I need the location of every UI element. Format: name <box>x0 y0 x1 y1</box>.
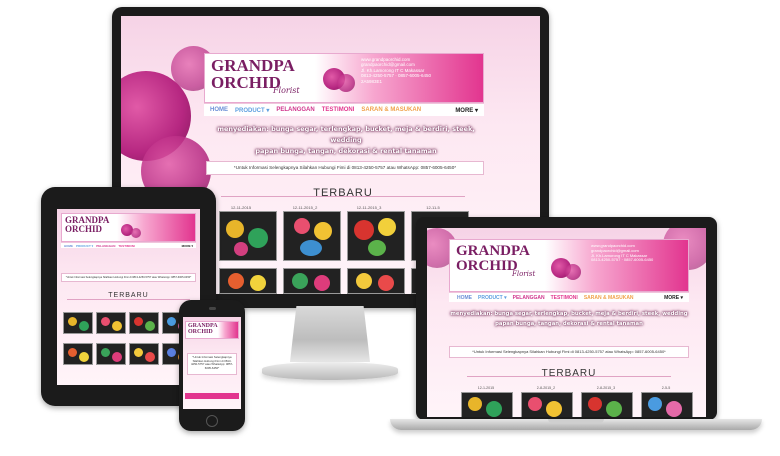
nav-more[interactable]: MORE ▾ <box>455 107 484 114</box>
nav-testimoni[interactable]: TESTIMONI <box>322 107 355 113</box>
laptop: GRANDPA ORCHID Florist www.grandpaorchid… <box>416 217 717 420</box>
product-thumbnail[interactable] <box>63 343 93 365</box>
nav-pelanggan[interactable]: PELANGGAN <box>513 295 545 301</box>
responsive-mockup: GRANDPA ORCHID Florist www.grandpaorchid… <box>0 0 780 456</box>
laptop-screen: GRANDPA ORCHID Florist www.grandpaorchid… <box>427 228 706 417</box>
header-banner <box>218 322 238 338</box>
logo-title: GRANDPA <box>456 243 530 259</box>
logo-title: GRANDPA <box>211 56 295 75</box>
product-thumbnail[interactable] <box>641 392 693 417</box>
contact-line: 2A5983E1 <box>361 78 383 84</box>
header-banner: www.grandpaorchid.com grandpaorchid@gmai… <box>315 54 483 102</box>
logo-title: ORCHID <box>188 329 213 335</box>
thumb-caption: 12-11-5 <box>426 205 440 210</box>
tagline: menyediakan: bunga segar, terlengkap, bu… <box>442 309 696 329</box>
section-title: TERBARU <box>313 187 373 199</box>
site-logo[interactable]: GRANDPA ORCHID <box>188 323 218 335</box>
laptop-notch <box>548 419 604 423</box>
nav-product[interactable]: PRODUCT ▾ <box>478 295 507 301</box>
nav-pelanggan[interactable]: PELANGGAN <box>276 107 314 113</box>
tagline-line: menyediakan: bunga segar, terlengkap, bu… <box>217 125 475 144</box>
phone-nav-bar[interactable] <box>185 393 239 399</box>
site-logo[interactable]: GRANDPA ORCHID <box>65 216 109 234</box>
thumb-caption: 12-11-2015 <box>230 205 252 210</box>
contact-line: 0813-4250-5757 · 0857-6005-6450 <box>361 73 432 79</box>
nav-saran[interactable]: SARAN & MASUKAN <box>361 107 421 113</box>
orchid-image <box>131 228 141 238</box>
site-logo[interactable]: GRANDPA ORCHID Florist <box>211 56 300 95</box>
main-nav: HOME PRODUCT ▾ PELANGGAN TESTIMONI SARAN… <box>449 292 689 302</box>
product-thumbnail[interactable] <box>129 312 159 334</box>
section-title: TERBARU <box>541 368 597 379</box>
nav-testimoni[interactable]: TESTIMONI <box>551 295 578 301</box>
main-nav: HOME PRODUCT ▾ PELANGGAN TESTIMONI MORE … <box>61 242 196 248</box>
nav-more[interactable]: MORE ▾ <box>182 244 196 248</box>
thumb-caption: 12-11-2015_3 <box>356 205 382 210</box>
product-thumbnail[interactable] <box>219 211 277 261</box>
thumb-caption: 2-8-2015_3 <box>596 386 616 390</box>
phone-screen: GRANDPA ORCHID *Untuk Informasi Selengka… <box>183 317 241 409</box>
product-thumbnail[interactable] <box>521 392 573 417</box>
monitor-stand <box>290 306 370 362</box>
product-thumbnail[interactable] <box>96 343 126 365</box>
nav-product[interactable]: PRODUCT ▾ <box>235 107 269 114</box>
phone-camera <box>209 307 216 310</box>
website-phone: GRANDPA ORCHID *Untuk Informasi Selengka… <box>183 317 241 409</box>
logo-subtitle: Florist <box>512 270 536 278</box>
nav-home[interactable]: HOME <box>64 244 73 248</box>
thumb-caption: 12-1-2015 <box>477 386 495 390</box>
contact-info: www.grandpaorchid.com grandpaorchid@gmai… <box>361 57 431 84</box>
product-thumbnail[interactable] <box>96 312 126 334</box>
site-header: GRANDPA ORCHID Florist www.grandpaorchid… <box>449 239 689 292</box>
contact-info: www.grandpaorchid.com grandpaorchid@gmai… <box>591 243 654 263</box>
site-header: GRANDPA ORCHID <box>185 321 239 339</box>
product-thumbnail[interactable] <box>63 312 93 334</box>
divider <box>67 299 190 300</box>
site-header: GRANDPA ORCHID Florist www.grandpaorchid… <box>204 53 484 103</box>
logo-subtitle: Florist <box>273 86 300 95</box>
site-logo[interactable]: GRANDPA ORCHID Florist <box>456 243 535 279</box>
info-box: *Untuk Informasi Selengkapnya Silahkan H… <box>187 353 237 375</box>
main-nav: HOME PRODUCT ▾ PELANGGAN TESTIMONI SARAN… <box>204 103 484 116</box>
section-title: TERBARU <box>108 292 149 299</box>
nav-product[interactable]: PRODUCT ▾ <box>76 244 93 248</box>
header-banner <box>117 214 195 241</box>
product-thumbnail[interactable] <box>129 343 159 365</box>
orchid-image <box>337 74 355 92</box>
nav-home[interactable]: HOME <box>457 295 472 301</box>
nav-home[interactable]: HOME <box>210 107 228 113</box>
tagline-line: menyediakan: bunga segar, terlengkap, bu… <box>450 311 688 317</box>
info-box: *Untuk Informasi Selengkapnya Silahkan H… <box>449 346 689 358</box>
tagline-line: papan bunga, tangan, dekorasi & rental t… <box>255 147 437 155</box>
orchid-image <box>565 264 581 280</box>
nav-saran[interactable]: SARAN & MASUKAN <box>584 295 634 301</box>
home-button[interactable] <box>206 415 218 427</box>
thumb-caption: 12-11-2015_2 <box>292 205 318 210</box>
product-thumbnail[interactable] <box>283 268 341 294</box>
contact-line: 0813-4250-5757 · 0857-6005-6450 <box>591 257 654 263</box>
nav-pelanggan[interactable]: PELANGGAN <box>96 244 115 248</box>
tagline: menyediakan: bunga segar, terlengkap, bu… <box>201 124 491 157</box>
info-box: *Untuk Informasi Selengkapnya Silahkan H… <box>61 273 196 282</box>
product-thumbnail[interactable] <box>347 268 405 294</box>
tagline-line: papan bunga, tangan, dekorasi & rental t… <box>495 321 643 327</box>
site-header: GRANDPA ORCHID <box>61 213 196 242</box>
monitor-foot <box>262 362 398 380</box>
product-thumbnail[interactable] <box>461 392 513 417</box>
thumb-caption: 2-5-5 <box>661 386 671 390</box>
product-thumbnail[interactable] <box>581 392 633 417</box>
logo-title: ORCHID <box>65 224 103 234</box>
info-box: *Untuk Informasi Selengkapnya Silahkan H… <box>206 161 484 175</box>
header-banner: www.grandpaorchid.com grandpaorchid@gmai… <box>545 240 688 291</box>
product-thumbnail[interactable] <box>283 211 341 261</box>
phone: GRANDPA ORCHID *Untuk Informasi Selengka… <box>179 300 245 431</box>
product-thumbnail[interactable] <box>219 268 277 294</box>
nav-more[interactable]: MORE ▾ <box>664 295 689 301</box>
website-laptop: GRANDPA ORCHID Florist www.grandpaorchid… <box>427 228 706 417</box>
nav-testimoni[interactable]: TESTIMONI <box>118 244 134 248</box>
product-thumbnail[interactable] <box>347 211 405 261</box>
thumb-caption: 2-8-2015_2 <box>536 386 556 390</box>
